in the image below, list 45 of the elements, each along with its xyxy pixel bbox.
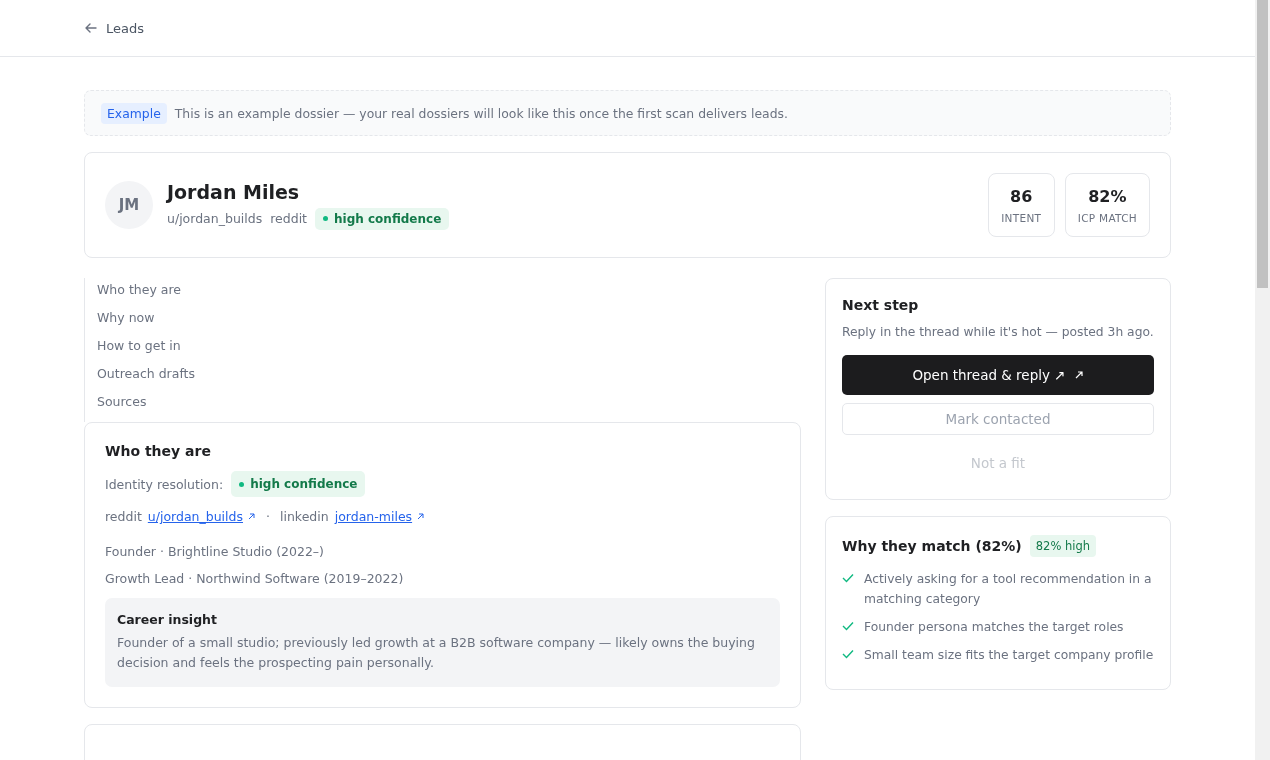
notice-text: This is an example dossier — your real dossiers will look like this once the first scan delivers leads. (174, 105, 788, 121)
confidence-badge: high confidence (231, 471, 366, 497)
insight-title: Career insight (117, 612, 218, 627)
separator: · (266, 509, 270, 524)
match-reason: Actively asking for a tool recommendation in a matching category (864, 571, 1153, 608)
card-title: Why they match (82%) (842, 538, 1022, 554)
role-line: Growth Lead · Northwind Software (2019–2022) (105, 571, 405, 586)
external-link-icon (416, 512, 426, 521)
lead-handle: u/jordan_builds (167, 211, 263, 226)
external-link-icon (247, 512, 256, 521)
external-link-icon (1073, 370, 1084, 380)
profile-link[interactable]: jordan-miles (334, 509, 413, 524)
match-badge: 82% high (1029, 535, 1097, 557)
match-reason: Founder persona matches the target roles (864, 619, 1124, 636)
stat-tile: 86 INTENT (987, 173, 1055, 237)
confidence-badge: high confidence (315, 207, 450, 230)
mark-contacted-button[interactable]: Mark contacted (842, 403, 1154, 435)
example-badge: Example (101, 102, 167, 124)
avatar: JM (105, 181, 153, 229)
section-nav-link[interactable]: Why now (97, 310, 801, 338)
network-label: reddit (105, 509, 142, 524)
back-link[interactable]: Leads (84, 20, 144, 36)
match-reason: Small team size fits the target company profile (864, 647, 1154, 664)
section-nav-link[interactable]: Who they are (97, 282, 801, 310)
network-label: linkedin (280, 509, 329, 524)
back-arrow-icon (84, 21, 98, 35)
stat-tile: 82% ICP MATCH (1064, 173, 1150, 237)
lead-name: Jordan Miles (167, 180, 301, 203)
role-line: Founder · Brightline Studio (2022–) (105, 544, 325, 559)
section-nav-link[interactable]: Sources (97, 394, 801, 422)
section-nav-link[interactable]: How to get in (97, 338, 801, 366)
card-title: Next step (842, 297, 920, 313)
next-step-text: Reply in the thread while it's hot — posted 3h ago. (842, 325, 1154, 339)
open-thread-button[interactable]: Open thread & reply ↗ (842, 355, 1154, 395)
profile-link[interactable]: u/jordan_builds (147, 509, 243, 524)
section-title: Who they are (105, 443, 212, 459)
scrollbar-thumb[interactable] (1257, 0, 1268, 288)
scrollbar[interactable] (1255, 0, 1270, 760)
section-nav-link[interactable]: Outreach drafts (97, 366, 801, 394)
insight-text: Founder of a small studio; previously led growth at a B2B software company — likely owns the buying decision and feels the prospecting pain personally. (117, 634, 756, 672)
identity-label: Identity resolution: (105, 476, 224, 492)
check-icon (842, 573, 854, 583)
check-icon (842, 621, 854, 631)
check-icon (842, 649, 854, 659)
lead-platform: reddit (270, 211, 307, 226)
